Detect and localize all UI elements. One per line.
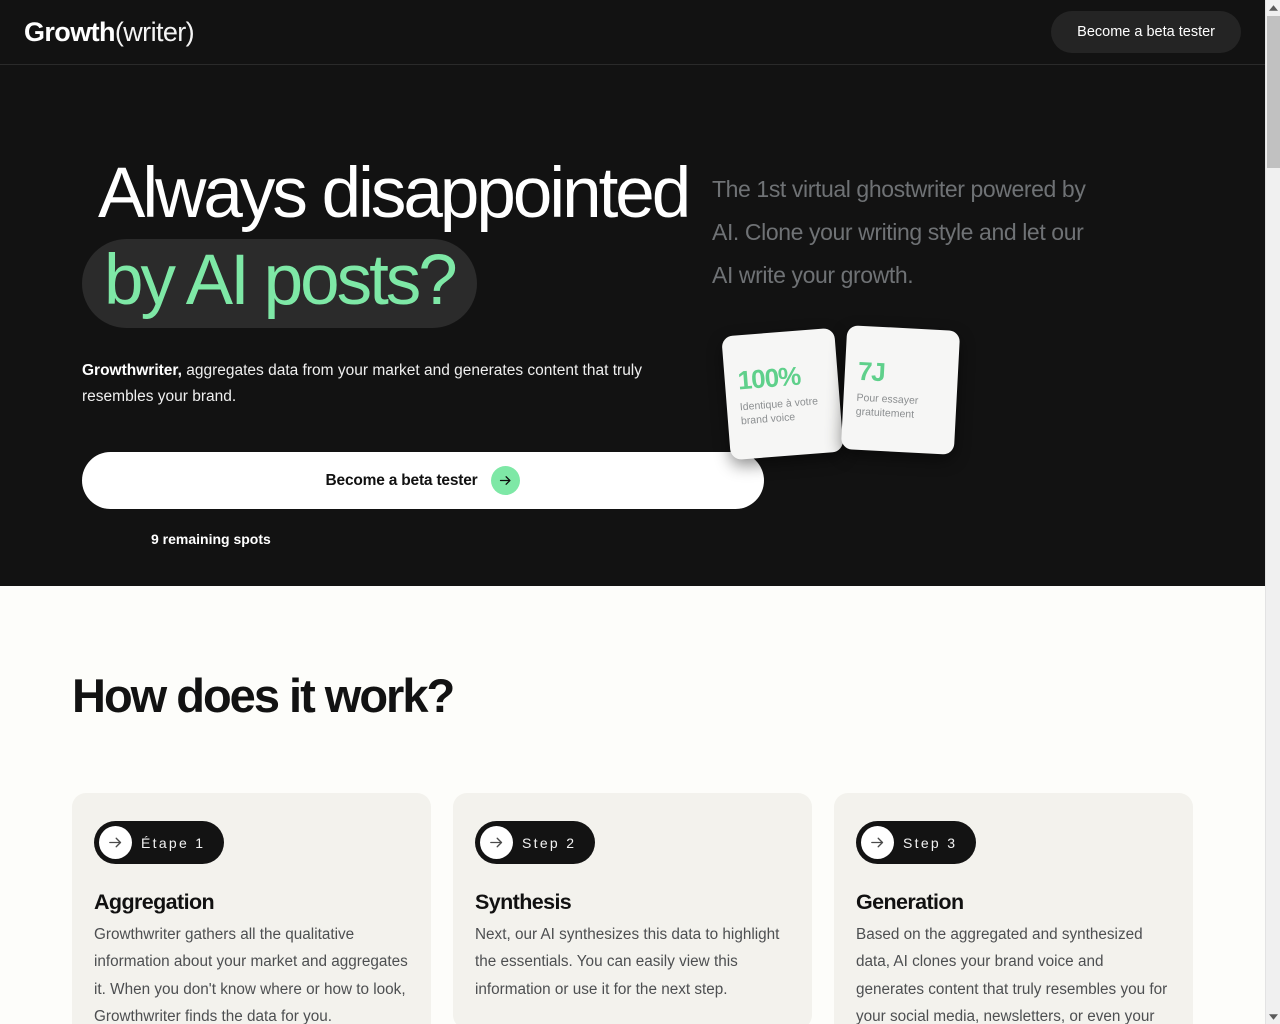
step-badge: Étape 1: [94, 821, 225, 864]
hero-subtext-strong: Growthwriter,: [82, 361, 182, 379]
scroll-up-arrow-icon[interactable]: [1266, 0, 1280, 15]
step-card: Étape 1 Aggregation Growthwriter gathers…: [72, 793, 431, 1024]
step-body: Growthwriter gathers all the qualitative…: [94, 926, 408, 1024]
step-body: Based on the aggregated and synthesized …: [856, 926, 1168, 1024]
stat-card: 100% Identique à votre brand voice: [721, 327, 844, 461]
site-header: Growth (writer) Become a beta tester: [0, 0, 1265, 65]
step-badge-label: Step 2: [522, 834, 577, 851]
browser-viewport: Growth (writer) Become a beta tester Alw…: [0, 0, 1280, 1024]
step-badge-label: Step 3: [903, 834, 958, 851]
page-scrollbar[interactable]: [1265, 0, 1280, 1024]
how-it-works-section: How does it work? Étape 1 Aggregation Gr…: [0, 586, 1265, 1024]
stat-card: 7J Pour essayer gratuitement: [840, 325, 961, 455]
landing-page: Growth (writer) Become a beta tester Alw…: [0, 0, 1265, 1024]
stat-card-value: 7J: [857, 355, 886, 388]
arrow-right-icon: [99, 826, 132, 859]
stat-card-label: Pour essayer gratuitement: [855, 391, 919, 421]
hero-stat-cards: 100% Identique à votre brand voice 7J Po…: [721, 324, 984, 464]
stat-card-value: 100%: [736, 360, 802, 396]
header-beta-tester-button[interactable]: Become a beta tester: [1051, 11, 1241, 53]
how-it-works-steps: Étape 1 Aggregation Growthwriter gathers…: [0, 723, 1265, 1024]
hero-headline-highlight: by AI posts?: [82, 238, 477, 328]
hero-left-column: Always disappointed by AI posts? Growthw…: [0, 154, 764, 548]
step-heading: Generation: [856, 890, 964, 914]
brand-logo-bold: Growth: [24, 16, 115, 47]
hero-content: Always disappointed by AI posts? Growthw…: [0, 65, 1265, 547]
remaining-spots-label: 9 remaining spots: [151, 531, 271, 548]
hero-beta-tester-button[interactable]: Become a beta tester: [82, 452, 764, 510]
brand-logo-light: (writer): [114, 16, 195, 47]
scroll-down-arrow-icon[interactable]: [1266, 1009, 1280, 1024]
hero-description: The 1st virtual ghostwriter powered by A…: [712, 176, 1086, 288]
hero-beta-tester-label: Become a beta tester: [325, 471, 478, 489]
hero-headline-line-1: Always disappointed: [98, 154, 691, 233]
step-badge: Step 2: [475, 821, 596, 864]
arrow-right-icon: [491, 466, 521, 496]
brand-logo[interactable]: Growth (writer): [24, 16, 195, 48]
step-heading: Synthesis: [475, 890, 572, 914]
hero-right-column: The 1st virtual ghostwriter powered by A…: [700, 160, 1180, 547]
step-body: Next, our AI synthesizes this data to hi…: [475, 926, 780, 998]
step-heading: Aggregation: [94, 890, 215, 914]
step-card: Step 3 Generation Based on the aggregate…: [834, 793, 1193, 1024]
hero-section: Always disappointed by AI posts? Growthw…: [0, 65, 1265, 586]
scrollbar-thumb[interactable]: [1267, 16, 1280, 168]
arrow-right-icon: [480, 826, 513, 859]
arrow-right-icon: [861, 826, 894, 859]
step-badge: Step 3: [856, 821, 977, 864]
hero-headline-line-2: by AI posts?: [82, 238, 700, 328]
hero-headline: Always disappointed by AI posts?: [82, 154, 700, 328]
how-it-works-title: How does it work?: [72, 669, 455, 722]
step-card: Step 2 Synthesis Next, our AI synthesize…: [453, 793, 812, 1024]
stat-card-label: Identique à votre brand voice: [739, 395, 819, 428]
hero-subtext: Growthwriter, aggregates data from your …: [82, 358, 642, 411]
step-badge-label: Étape 1: [141, 834, 206, 851]
